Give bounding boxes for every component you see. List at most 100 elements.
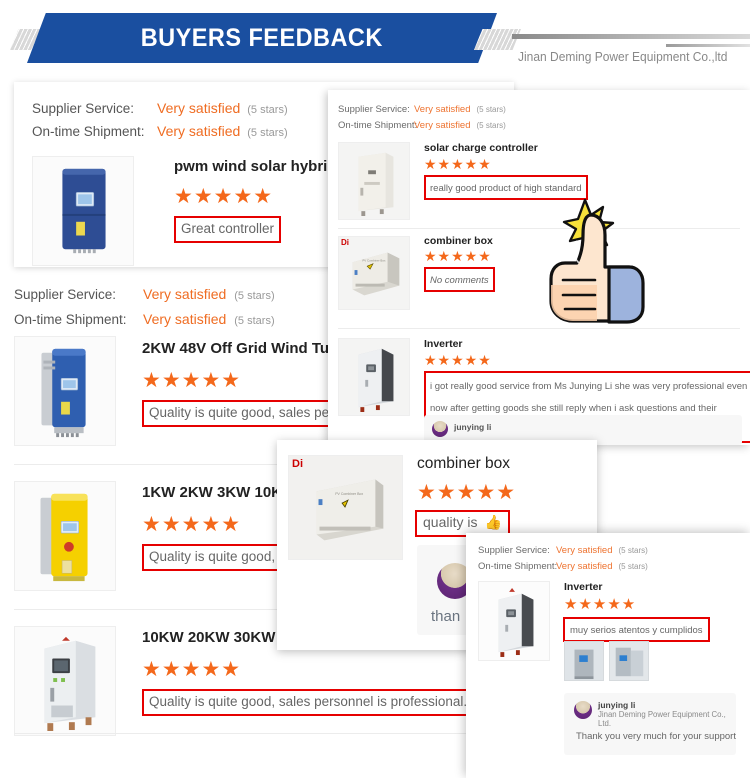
rating-stars: ★★★★★: [424, 248, 492, 264]
comment-highlight-box: Quality is quite good, sales personnel i…: [142, 689, 475, 716]
comment-text: Quality is quite good, sales personnel i…: [149, 694, 468, 709]
shipment-row: On-time Shipment: Very satisfied (5 star…: [478, 561, 648, 572]
shipment-stars: (5 stars): [618, 562, 648, 571]
supplier-service-value: Very satisfied: [414, 104, 471, 115]
svg-text:PV Combiner Box: PV Combiner Box: [362, 258, 386, 262]
rating-stars: ★★★★★: [564, 596, 637, 613]
supplier-reply-box: junying li Jinan Deming Power Equipment …: [564, 693, 736, 755]
shipment-row: On-time Shipment: Very satisfied (5 star…: [338, 120, 506, 131]
divider: [338, 328, 740, 329]
reply-author: junying li: [598, 700, 636, 710]
attachment-thumbnail[interactable]: [609, 641, 649, 681]
reply-message: Thank you very much for your support: [576, 731, 736, 742]
shipment-stars: (5 stars): [476, 121, 506, 130]
supplier-service-row: Supplier Service: Very satisfied (5 star…: [478, 545, 648, 556]
product-title: combiner box: [424, 235, 493, 247]
comment-highlight-box: Great controller: [174, 216, 282, 243]
supplier-service-stars: (5 stars): [247, 104, 288, 116]
header-banner: BUYERS FEEDBACK: [27, 13, 497, 63]
product-title: 10KW 20KW 30KW 40: [142, 629, 297, 646]
supplier-service-stars: (5 stars): [476, 105, 506, 114]
rating-stars: ★★★★★: [424, 156, 492, 172]
rating-stars: ★★★★★: [142, 369, 242, 392]
supplier-service-label: Supplier Service:: [14, 287, 117, 302]
supplier-service-row: Supplier Service: Very satisfied (5 star…: [32, 100, 288, 116]
shipment-stars: (5 stars): [234, 315, 275, 327]
comment-text: Quality is quite good, s: [149, 549, 286, 564]
supplier-service-value: Very satisfied: [143, 286, 227, 302]
product-title: Inverter: [564, 581, 603, 593]
comment-text: really good product of high standard: [430, 183, 582, 194]
attachment-inverter-photo: [565, 642, 603, 680]
shipment-label: On-time Shipment:: [14, 312, 127, 327]
supplier-service-value: Very satisfied: [157, 100, 241, 116]
inverter-image: [339, 339, 409, 415]
product-thumbnail[interactable]: [478, 581, 550, 661]
supplier-service-value: Very satisfied: [556, 545, 613, 556]
product-thumbnail[interactable]: [14, 626, 116, 736]
supplier-service-label: Supplier Service:: [338, 104, 410, 115]
page-title: BUYERS FEEDBACK: [140, 23, 384, 52]
comment-highlight-box: muy serios atentos y cumplidos: [563, 617, 710, 642]
inverter-image: [479, 582, 549, 660]
shipment-value: Very satisfied: [143, 311, 227, 327]
combiner-box-image: PV Combiner Box: [339, 237, 409, 309]
shipment-label: On-time Shipment:: [338, 120, 418, 131]
supplier-service-row: Supplier Service: Very satisfied (5 star…: [338, 104, 506, 115]
comment-highlight-box: Quality is quite good, sales per: [142, 400, 341, 427]
product-thumbnail[interactable]: [338, 142, 410, 220]
shipment-label: On-time Shipment:: [32, 124, 145, 139]
comment-text: Great controller: [181, 221, 275, 236]
reply-snippet: than: [431, 608, 461, 625]
product-title: Inverter: [424, 338, 463, 350]
pwm-controller-image: [33, 157, 133, 265]
product-thumbnail[interactable]: [338, 338, 410, 416]
shipment-row: On-time Shipment: Very satisfied (5 star…: [32, 123, 288, 139]
company-name: Jinan Deming Power Equipment Co.,ltd: [518, 50, 728, 64]
divider: [14, 733, 470, 734]
shipment-stars: (5 stars): [247, 127, 288, 139]
bottom-right-overlay-panel: Supplier Service: Very satisfied (5 star…: [466, 533, 750, 778]
comment-highlight-box: No comments: [424, 267, 495, 292]
supplier-service-stars: (5 stars): [234, 290, 275, 302]
product-thumbnail[interactable]: [14, 336, 116, 446]
supplier-service-label: Supplier Service:: [478, 545, 550, 556]
supplier-service-stars: (5 stars): [618, 546, 648, 555]
rating-stars: ★★★★★: [142, 513, 242, 536]
shipment-value: Very satisfied: [157, 123, 241, 139]
svg-text:PV Combiner Box: PV Combiner Box: [335, 492, 363, 496]
thumbs-up-emoji-icon: 👍: [484, 514, 503, 530]
product-title: 2KW 48V Off Grid Wind Turbin: [142, 340, 358, 357]
avatar: [432, 421, 448, 437]
attachment-thumbnail[interactable]: [564, 641, 604, 681]
comment-text: Quality is quite good, sales per: [149, 405, 334, 420]
watermark-logo: Di: [292, 458, 303, 470]
rating-stars: ★★★★★: [424, 352, 492, 368]
solar-charge-controller-image: [339, 143, 409, 219]
comment-text: quality is: [423, 514, 478, 530]
wind-turbine-inverter-image: [15, 337, 115, 445]
grey-cabinet-image: [15, 627, 115, 735]
avatar: [574, 701, 592, 719]
feedback-page: BUYERS FEEDBACK Jinan Deming Power Equip…: [0, 0, 750, 778]
header-gradient-bar-top: [512, 34, 750, 39]
rating-stars: ★★★★★: [417, 481, 517, 504]
product-title: 1KW 2KW 3KW 10KW: [142, 484, 297, 501]
combiner-box-large-image: PV Combiner Box: [289, 456, 402, 559]
supplier-service-label: Supplier Service:: [32, 101, 135, 116]
thumbs-up-icon: [533, 195, 668, 325]
rating-stars: ★★★★★: [142, 658, 242, 681]
shipment-value: Very satisfied: [556, 561, 613, 572]
header-gradient-bar-bottom: [666, 44, 750, 47]
product-title: solar charge controller: [424, 142, 538, 154]
section2-shipment-row: On-time Shipment: Very satisfied (5 star…: [14, 311, 275, 327]
shipment-label: On-time Shipment:: [478, 561, 558, 572]
attachment-inverter-photo-2: [610, 642, 648, 680]
page-header: BUYERS FEEDBACK Jinan Deming Power Equip…: [0, 0, 750, 78]
watermark-logo: Di: [341, 238, 349, 247]
product-thumbnail[interactable]: [14, 481, 116, 591]
product-thumbnail[interactable]: PV Combiner Box Di: [288, 455, 403, 560]
product-thumbnail[interactable]: PV Combiner Box Di: [338, 236, 410, 310]
product-thumbnail[interactable]: [32, 156, 134, 266]
yellow-inverter-image: [15, 482, 115, 590]
